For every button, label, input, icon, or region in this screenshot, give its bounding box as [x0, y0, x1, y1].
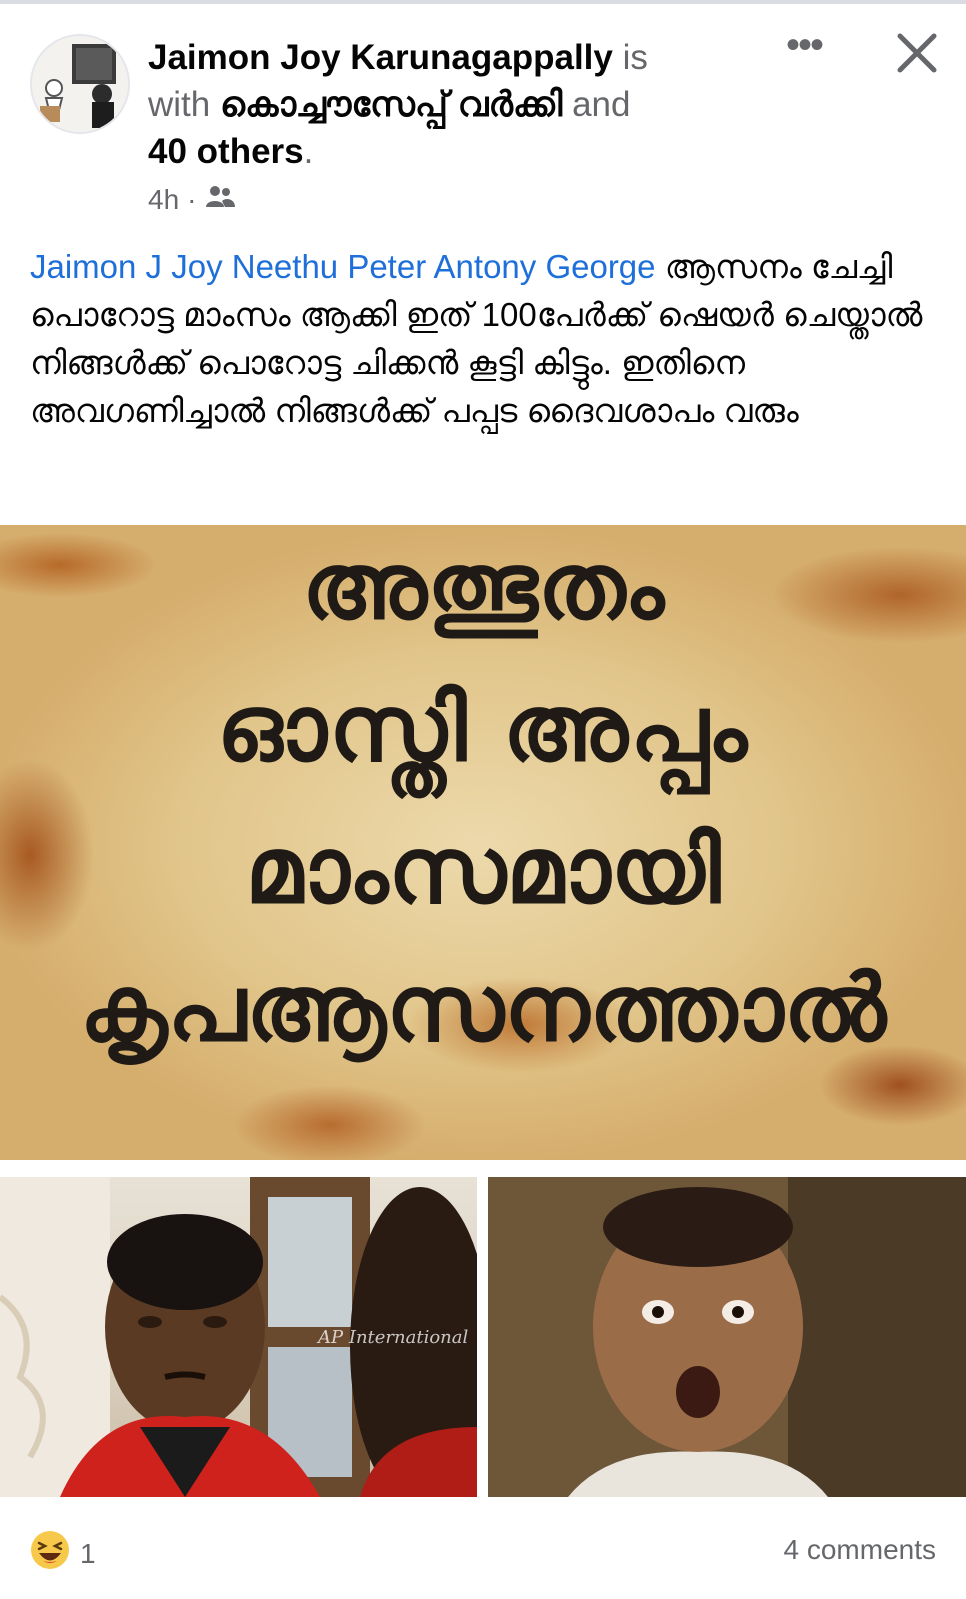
still-right[interactable]: [488, 1177, 966, 1497]
watermark: AP International: [318, 1327, 469, 1348]
top-divider: [0, 0, 966, 4]
post-caption: Jaimon J Joy Neethu Peter Antony George …: [30, 243, 940, 435]
tagged-friend[interactable]: കൊച്ചൗസേപ്പ് വർക്കി: [220, 85, 562, 124]
with-text: with: [148, 85, 220, 124]
laughing-emoji-icon: [30, 1530, 70, 1577]
reactions-summary[interactable]: 1: [30, 1530, 96, 1577]
author-name[interactable]: Jaimon Joy Karunagappally: [148, 38, 613, 77]
close-icon[interactable]: [892, 28, 942, 78]
period-text: .: [303, 132, 314, 171]
reaction-count: 1: [80, 1537, 96, 1569]
movie-stills: AP International: [0, 1160, 966, 1497]
meme-line-1: അത്ഭുതം: [301, 533, 665, 640]
and-text: and: [562, 85, 631, 124]
meme-line-3: മാംസമായി: [245, 817, 721, 924]
others-link[interactable]: 40 others: [148, 132, 304, 171]
actor-right-illustration: [488, 1177, 966, 1497]
meme-line-2: ഓസ്തി അപ്പം: [216, 675, 750, 782]
post-header: Jaimon Joy Karunagappally is with കൊച്ചൗ…: [148, 34, 748, 175]
still-left[interactable]: AP International: [0, 1177, 477, 1497]
meme-line-4: കൃപആസനത്താൽ: [79, 955, 887, 1062]
post-time[interactable]: 4h: [148, 184, 179, 216]
meta-separator: ·: [187, 183, 197, 215]
is-text: is: [612, 38, 648, 77]
more-options-button[interactable]: •••: [776, 25, 832, 74]
meme-image[interactable]: അത്ഭുതം ഓസ്തി അപ്പം മാംസമായി കൃപആസനത്താൽ: [0, 525, 966, 1160]
tagged-people[interactable]: Jaimon J Joy Neethu Peter Antony George: [30, 248, 656, 285]
friends-icon: [204, 183, 236, 216]
avatar-illustration: [32, 36, 128, 132]
comments-count[interactable]: 4 comments: [784, 1534, 937, 1566]
post-meta: 4h ·: [148, 183, 236, 216]
author-avatar[interactable]: [30, 34, 130, 134]
